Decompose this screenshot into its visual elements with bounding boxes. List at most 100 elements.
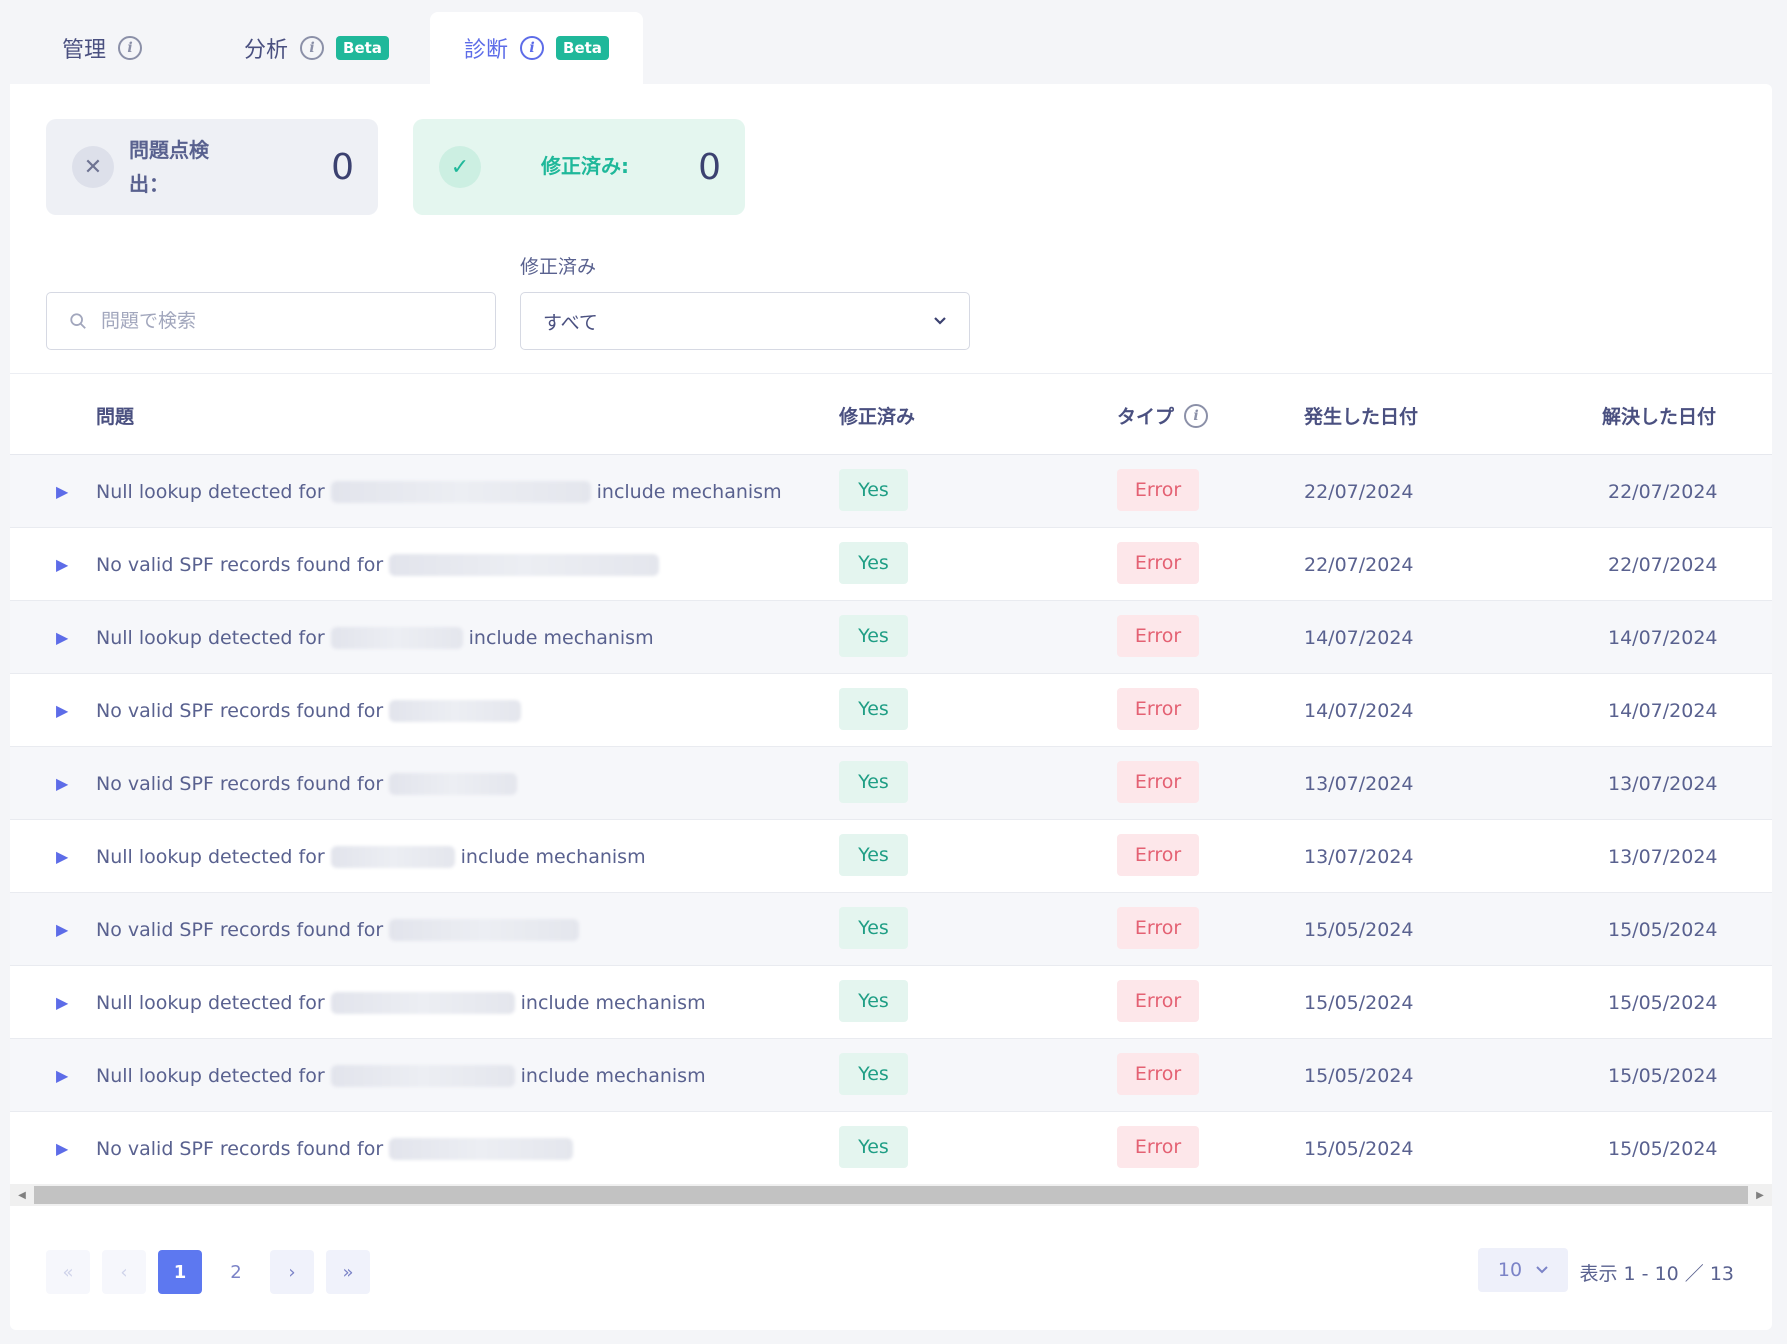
table-row[interactable]: ▶ No valid SPF records found for Yes Error 1… xyxy=(10,893,1772,966)
type-badge: Error xyxy=(1117,761,1199,803)
page-1-button[interactable]: 1 xyxy=(158,1250,202,1294)
type-badge: Error xyxy=(1117,542,1199,584)
redacted-domain xyxy=(330,845,455,868)
tab-bar: 管理 i 分析 i Beta 診断 i Beta xyxy=(0,0,1787,84)
issue-cell: No valid SPF records found for xyxy=(96,893,585,966)
expand-icon[interactable]: ▶ xyxy=(56,674,68,747)
fixed-badge: Yes xyxy=(839,834,908,876)
occurred-date: 22/07/2024 xyxy=(1304,480,1414,503)
expand-icon[interactable]: ▶ xyxy=(56,1039,68,1112)
issues-table: 問題 修正済み タイプ i 発生した日付 解決した日付 ▶ Null lookup… xyxy=(10,373,1772,1185)
table-row[interactable]: ▶ No valid SPF records found for Yes Error 1… xyxy=(10,1112,1772,1185)
occurred-date: 13/07/2024 xyxy=(1304,845,1414,868)
info-icon[interactable]: i xyxy=(300,36,325,60)
table-row[interactable]: ▶ No valid SPF records found for Yes Error 2… xyxy=(10,528,1772,601)
chevron-down-icon xyxy=(934,317,946,325)
issue-cell: Null lookup detected for include mechanis… xyxy=(96,1039,706,1112)
prev-page-button[interactable]: ‹ xyxy=(102,1250,146,1294)
issue-cell: Null lookup detected for include mechanis… xyxy=(96,601,654,674)
expand-icon[interactable]: ▶ xyxy=(56,528,68,601)
issue-prefix: Null lookup detected for xyxy=(96,626,325,649)
issues-detected-count: 0 xyxy=(331,147,354,188)
scroll-left-icon[interactable]: ◀ xyxy=(10,1190,34,1201)
per-page-select[interactable]: 10 xyxy=(1478,1248,1568,1292)
fixed-count: 0 xyxy=(698,147,721,188)
fixed-badge: Yes xyxy=(839,907,908,949)
expand-icon[interactable]: ▶ xyxy=(56,893,68,966)
table-row[interactable]: ▶ No valid SPF records found for Yes Error 1… xyxy=(10,674,1772,747)
diagnosis-panel: ✕ 問題点検出： 0 ✓ 修正済み: 0 修正済み すべて 問題 修正済み タイ… xyxy=(10,84,1772,1330)
search-input[interactable] xyxy=(101,310,461,332)
page-2-button[interactable]: 2 xyxy=(214,1250,258,1294)
table-header: 問題 修正済み タイプ i 発生した日付 解決した日付 xyxy=(10,373,1772,455)
issue-cell: No valid SPF records found for xyxy=(96,747,523,820)
check-icon: ✓ xyxy=(439,146,481,188)
redacted-domain xyxy=(389,772,518,795)
resolved-date: 15/05/2024 xyxy=(1608,918,1718,941)
next-page-button[interactable]: › xyxy=(270,1250,314,1294)
table-body: ▶ Null lookup detected for include mechani… xyxy=(10,455,1772,1185)
issue-prefix: No valid SPF records found for xyxy=(96,1137,384,1160)
info-icon[interactable]: i xyxy=(520,36,545,60)
scrollbar-thumb[interactable] xyxy=(34,1186,1748,1204)
fixed-badge: Yes xyxy=(839,542,908,584)
header-fixed[interactable]: 修正済み xyxy=(839,402,915,429)
table-row[interactable]: ▶ Null lookup detected for include mechani… xyxy=(10,820,1772,893)
issue-prefix: Null lookup detected for xyxy=(96,845,325,868)
expand-icon[interactable]: ▶ xyxy=(56,820,68,893)
header-issue[interactable]: 問題 xyxy=(96,402,134,429)
horizontal-scrollbar[interactable]: ◀ ▶ xyxy=(10,1184,1772,1206)
resolved-date: 15/05/2024 xyxy=(1608,991,1718,1014)
resolved-date: 14/07/2024 xyxy=(1608,626,1718,649)
tab-analysis[interactable]: 分析 i Beta xyxy=(210,12,423,84)
header-type[interactable]: タイプ i xyxy=(1117,402,1209,429)
expand-icon[interactable]: ▶ xyxy=(56,747,68,820)
expand-icon[interactable]: ▶ xyxy=(56,966,68,1039)
table-row[interactable]: ▶ Null lookup detected for include mechani… xyxy=(10,966,1772,1039)
tab-management-label: 管理 xyxy=(62,38,107,63)
occurred-date: 22/07/2024 xyxy=(1304,553,1414,576)
header-occurred[interactable]: 発生した日付 xyxy=(1304,402,1418,429)
expand-icon[interactable]: ▶ xyxy=(56,455,68,528)
resolved-date: 15/05/2024 xyxy=(1608,1064,1718,1087)
expand-icon[interactable]: ▶ xyxy=(56,601,68,674)
issue-suffix: include mechanism xyxy=(596,480,782,503)
issues-detected-label: 問題点検出： xyxy=(129,138,209,196)
issue-cell: Null lookup detected for include mechanis… xyxy=(96,966,706,1039)
resolved-date: 14/07/2024 xyxy=(1608,699,1718,722)
info-icon[interactable]: i xyxy=(118,36,143,60)
table-row[interactable]: ▶ Null lookup detected for include mechani… xyxy=(10,1039,1772,1112)
occurred-date: 14/07/2024 xyxy=(1304,699,1414,722)
tab-analysis-label: 分析 xyxy=(244,38,289,63)
fixed-filter-select[interactable]: すべて xyxy=(520,292,970,350)
redacted-domain xyxy=(389,699,522,722)
issue-cell: No valid SPF records found for xyxy=(96,674,527,747)
header-resolved[interactable]: 解決した日付 xyxy=(1602,402,1716,429)
search-box[interactable] xyxy=(46,292,496,350)
table-row[interactable]: ▶ Null lookup detected for include mechani… xyxy=(10,455,1772,528)
issue-cell: Null lookup detected for include mechanis… xyxy=(96,820,646,893)
issue-cell: No valid SPF records found for xyxy=(96,528,665,601)
search-icon xyxy=(70,313,86,329)
redacted-domain xyxy=(330,1064,515,1087)
info-icon[interactable]: i xyxy=(1184,403,1209,428)
occurred-date: 15/05/2024 xyxy=(1304,1064,1414,1087)
table-row[interactable]: ▶ Null lookup detected for include mechani… xyxy=(10,601,1772,674)
pagination-range: 表示 1 - 10 ／ 13 xyxy=(1579,1263,1735,1285)
type-badge: Error xyxy=(1117,1053,1199,1095)
scroll-right-icon[interactable]: ▶ xyxy=(1748,1190,1772,1201)
tab-management[interactable]: 管理 i xyxy=(28,12,176,84)
close-icon: ✕ xyxy=(72,146,114,188)
resolved-date: 15/05/2024 xyxy=(1608,1137,1718,1160)
tab-diagnosis[interactable]: 診断 i Beta xyxy=(430,12,643,84)
header-type-label: タイプ xyxy=(1117,406,1175,428)
redacted-domain xyxy=(330,480,591,503)
issue-suffix: include mechanism xyxy=(520,991,706,1014)
first-page-button[interactable]: « xyxy=(46,1250,90,1294)
issue-suffix: include mechanism xyxy=(460,845,646,868)
last-page-button[interactable]: » xyxy=(326,1250,370,1294)
issue-prefix: No valid SPF records found for xyxy=(96,699,384,722)
fixed-filter-label: 修正済み xyxy=(520,256,597,278)
table-row[interactable]: ▶ No valid SPF records found for Yes Error 1… xyxy=(10,747,1772,820)
expand-icon[interactable]: ▶ xyxy=(56,1112,68,1185)
